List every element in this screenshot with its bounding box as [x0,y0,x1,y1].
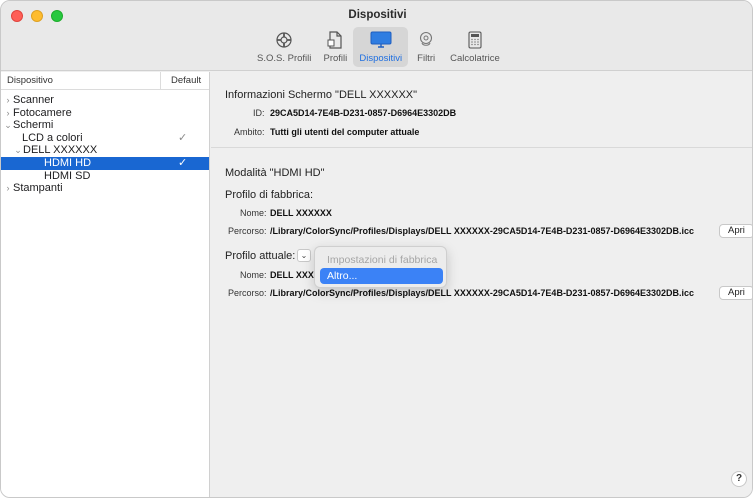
toolbar-label: S.O.S. Profili [257,53,312,64]
current-profile-title: Profilo attuale: [225,250,296,262]
sidebar-header: Dispositivo Default [1,72,209,90]
document-icon [323,28,347,52]
toolbar-sos-profili[interactable]: S.O.S. Profili [251,27,317,67]
sidebar-item-scanner[interactable]: › Scanner [1,94,209,107]
disclosure-triangle-icon[interactable]: ⌄ [13,144,23,157]
display-icon [369,28,393,52]
sidebar-item-stampanti[interactable]: › Stampanti [1,182,209,195]
column-header-default[interactable]: Default [161,75,201,86]
sidebar-item-label: LCD a colori [22,131,83,144]
default-check-icon: ✓ [178,131,188,144]
sidebar-item-label: Fotocamere [13,106,72,119]
default-check-icon: ✓ [178,156,188,169]
profile-popup-menu: Impostazioni di fabbrica Altro... [314,246,447,288]
scope-label: Ambito: [234,127,265,137]
current-path-label: Percorso: [228,288,267,298]
filter-icon [414,28,438,52]
toolbar-label: Profili [323,53,348,64]
disclosure-triangle-icon[interactable]: ⌄ [3,119,13,132]
calculator-icon [463,28,487,52]
factory-name-label: Nome: [240,208,267,218]
screen-info-title: Informazioni Schermo "DELL XXXXXX" [225,89,418,101]
sidebar-item-hdmi-hd[interactable]: HDMI HD ✓ [1,156,209,170]
device-sidebar: Dispositivo Default › Scanner › Fotocamere… [1,72,210,497]
toolbar-calcolatrice[interactable]: Calcolatrice [444,27,506,67]
factory-path-label: Percorso: [228,226,267,236]
toolbar-label: Dispositivi [359,53,403,64]
disclosure-triangle-icon[interactable]: › [3,94,13,107]
current-name-label: Nome: [240,270,267,280]
sidebar-item-lcd-a-colori[interactable]: LCD a colori ✓ [1,132,209,145]
detail-pane: Informazioni Schermo "DELL XXXXXX" ID: 2… [211,72,752,497]
current-path-value: /Library/ColorSync/Profiles/Displays/DEL… [270,288,695,298]
device-tree: › Scanner › Fotocamere ⌄Schermi LCD a colo… [1,90,209,195]
disclosure-triangle-icon[interactable]: › [3,182,13,195]
id-label: ID: [253,108,265,118]
sidebar-item-schermi[interactable]: ⌄Schermi [1,119,209,132]
factory-name-value: DELL XXXXXX [270,208,332,218]
toolbar-label: Calcolatrice [450,53,500,64]
sidebar-item-label: Stampanti [13,182,63,195]
sidebar-item-fotocamere[interactable]: › Fotocamere [1,107,209,120]
scope-value: Tutti gli utenti del computer attuale [270,127,420,137]
open-current-profile-button[interactable]: Apri [719,286,752,300]
menu-item-factory-settings: Impostazioni di fabbrica [327,254,438,266]
factory-path-value: /Library/ColorSync/Profiles/Displays/DEL… [270,226,695,236]
disclosure-triangle-icon[interactable]: › [3,107,13,120]
app-window: Dispositivi S.O.S. Profili Profili Dispo… [0,0,753,498]
toolbar-filtri[interactable]: Filtri [408,27,444,67]
divider [211,147,752,148]
sidebar-item-label: Scanner [13,94,54,106]
toolbar-profili[interactable]: Profili [317,27,353,67]
sidebar-item-label: DELL XXXXXX [23,144,98,157]
sidebar-item-label: HDMI HD [44,156,92,169]
sidebar-item-dell[interactable]: ⌄DELL XXXXXX [1,144,209,157]
sidebar-item-label: Schermi [13,119,54,132]
title-bar: Dispositivi S.O.S. Profili Profili Dispo… [1,1,752,71]
toolbar-label: Filtri [417,53,436,64]
open-factory-profile-button[interactable]: Apri [719,224,752,238]
chevron-down-icon: ⌄ [300,251,308,260]
toolbar-dispositivi[interactable]: Dispositivi [353,27,409,67]
toolbar: S.O.S. Profili Profili Dispositivi Filtr… [251,27,506,69]
id-value: 29CA5D14-7E4B-D231-0857-D6964E3302DB [270,108,457,118]
sidebar-item-hdmi-sd[interactable]: HDMI SD [1,170,209,183]
lifebuoy-icon [272,28,296,52]
column-header-device[interactable]: Dispositivo [1,72,161,89]
menu-item-other[interactable]: Altro... [320,268,443,284]
mode-title: Modalità "HDMI HD" [225,167,325,179]
factory-profile-title: Profilo di fabbrica: [225,189,314,201]
sidebar-item-label: HDMI SD [44,169,91,182]
current-name-value: DELL XXXX [270,270,320,280]
window-title: Dispositivi [348,9,407,21]
profile-popup-button[interactable]: ⌄ [297,249,311,262]
help-button[interactable]: ? [731,471,747,487]
